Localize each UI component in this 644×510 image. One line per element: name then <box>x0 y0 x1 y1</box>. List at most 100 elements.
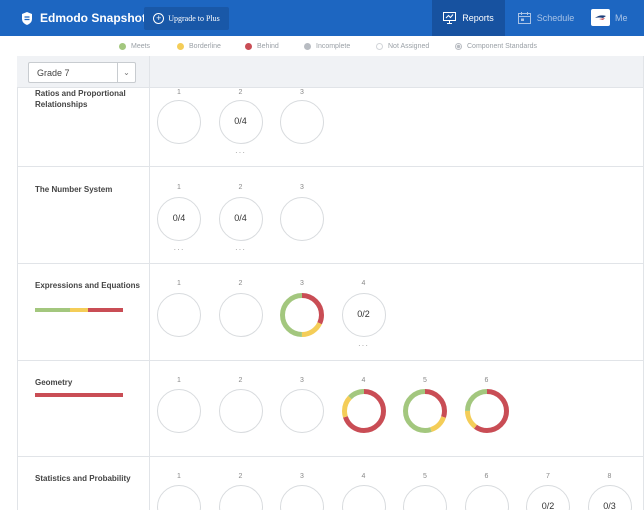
domain-name[interactable]: Statistics and Probability <box>35 473 143 484</box>
progress-segment-behind <box>35 393 123 397</box>
standard-ring-empty <box>157 485 201 510</box>
domain-name[interactable]: The Number System <box>35 184 143 195</box>
standard-circle[interactable] <box>218 292 264 338</box>
standard-number: 3 <box>300 377 304 384</box>
standard-circle[interactable] <box>156 388 202 434</box>
standard-circle[interactable] <box>402 484 448 510</box>
standard-score: 0/4 <box>234 116 247 126</box>
nav-reports[interactable]: Reports <box>432 0 505 36</box>
domain-name[interactable]: Ratios and Proportional Relationships <box>35 88 143 110</box>
standard-ring-empty <box>280 100 324 144</box>
standard-number: 2 <box>238 473 243 480</box>
standard-number: 1 <box>177 89 181 96</box>
legend-item: Component Standards <box>455 40 537 52</box>
grade-toolbar: Grade 7 ⌄ <box>17 56 644 88</box>
plus-circle-icon: + <box>153 13 165 24</box>
standard-circle[interactable] <box>341 484 387 510</box>
standard-circle[interactable] <box>279 99 325 145</box>
domain-name[interactable]: Geometry <box>35 377 143 388</box>
standard-number: 5 <box>423 473 427 480</box>
brand[interactable]: Edmodo Snapshot <box>19 8 146 28</box>
nav-schedule-label: Schedule <box>536 13 575 23</box>
standard-circle[interactable] <box>218 388 264 434</box>
standard-ring-empty <box>218 389 263 433</box>
standard-circle[interactable] <box>279 292 325 338</box>
legend-label: Incomplete <box>316 42 351 50</box>
standard-number: 6 <box>484 473 489 480</box>
legend-item: Not Assigned <box>376 40 429 52</box>
standard-circle[interactable] <box>279 196 325 242</box>
legend-label: Not Assigned <box>388 42 430 50</box>
legend-swatch-icon <box>119 42 126 50</box>
standard-ring-empty <box>157 293 201 337</box>
standard-score: 0/3 <box>603 501 616 510</box>
standard-circle[interactable] <box>464 388 510 434</box>
nav-schedule[interactable]: Schedule <box>506 0 586 36</box>
calendar-icon <box>517 12 531 24</box>
standard-number: 2 <box>238 89 243 96</box>
legend-swatch-icon <box>304 42 311 50</box>
more-icon[interactable]: ··· <box>231 149 251 157</box>
standard-number: 4 <box>361 280 366 287</box>
legend-item: Behind <box>245 40 279 52</box>
standard-number: 1 <box>177 473 181 480</box>
domain-name[interactable]: Expressions and Equations <box>35 280 143 291</box>
standard-circle[interactable] <box>279 388 325 434</box>
standard-circle[interactable] <box>156 484 202 510</box>
standard-ring-empty <box>341 485 386 510</box>
standard-circle[interactable] <box>341 388 387 434</box>
legend-item: Meets <box>119 40 150 52</box>
more-icon[interactable]: ··· <box>354 342 374 350</box>
domain-row: The Number System 1 0/4 ··· 2 0/4 ··· 3 <box>18 167 644 264</box>
legend-label: Component Standards <box>467 42 538 50</box>
standard-number: 1 <box>177 377 181 384</box>
standard-ring-empty <box>464 485 509 510</box>
standard-number: 5 <box>423 377 427 384</box>
domain-row: Ratios and Proportional Relationships 1 2 0… <box>18 88 644 167</box>
domain-row: Geometry 1 2 3 4 5 6 <box>18 361 644 457</box>
legend: Meets Borderline Behind Incomplete Not Assig… <box>0 36 644 56</box>
domain-row: Expressions and Equations 1 2 3 4 0/2 ··· <box>18 264 644 361</box>
standard-circle[interactable] <box>402 388 448 434</box>
standard-number: 3 <box>300 473 304 480</box>
legend-label: Meets <box>131 42 151 50</box>
nav-reports-label: Reports <box>462 13 494 23</box>
standard-circle[interactable] <box>464 484 510 510</box>
more-icon[interactable]: ··· <box>231 246 251 254</box>
legend-item: Incomplete <box>304 40 350 52</box>
standard-number: 3 <box>300 280 304 287</box>
standard-score: 0/2 <box>357 309 370 319</box>
standard-ring-empty <box>157 100 201 144</box>
standard-number: 8 <box>607 473 612 480</box>
standard-number: 2 <box>238 377 243 384</box>
standard-ring-empty <box>157 389 201 433</box>
standard-circle[interactable] <box>156 99 202 145</box>
standard-number: 7 <box>546 473 550 480</box>
domain-progress-bar <box>35 308 123 312</box>
standard-ring-empty <box>218 293 263 337</box>
standard-ring-empty <box>280 389 324 433</box>
standard-circle[interactable] <box>218 484 264 510</box>
grade-select[interactable]: Grade 7 ⌄ <box>28 62 136 83</box>
legend-swatch-icon <box>455 42 462 50</box>
legend-label: Behind <box>257 42 279 50</box>
avatar[interactable] <box>591 9 610 26</box>
reports-icon <box>443 12 457 24</box>
standard-number: 4 <box>361 377 366 384</box>
standard-ring-empty <box>218 485 263 510</box>
standard-circle[interactable] <box>279 484 325 510</box>
standard-circle[interactable] <box>156 292 202 338</box>
edmodo-logo-icon <box>22 12 32 25</box>
standard-number: 4 <box>361 473 366 480</box>
standard-score: 0/2 <box>541 501 555 510</box>
brand-name: Edmodo Snapshot <box>40 11 146 25</box>
upgrade-label: Upgrade to Plus <box>168 14 220 23</box>
standard-ring-empty <box>280 485 324 510</box>
domain-row: Statistics and Probability 1 2 3 4 5 6 7 0/2 8 0/3 <box>18 457 644 510</box>
legend-item: Borderline <box>177 40 221 52</box>
user-menu[interactable]: Me <box>615 13 628 23</box>
grade-select-value: Grade 7 <box>37 68 70 78</box>
more-icon[interactable]: ··· <box>169 246 189 254</box>
progress-segment-meets <box>35 308 71 312</box>
upgrade-button[interactable]: + Upgrade to Plus <box>144 7 229 30</box>
